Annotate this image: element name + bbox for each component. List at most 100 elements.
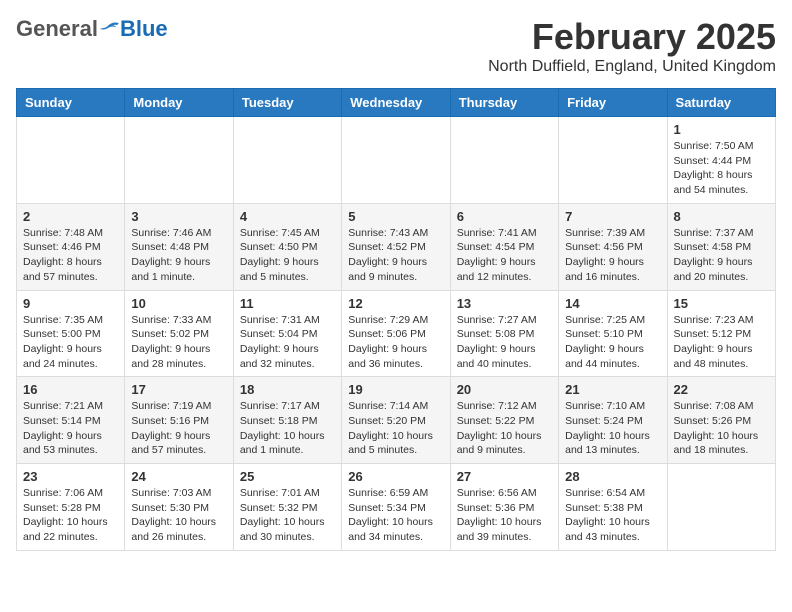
day-info: Sunrise: 7:39 AM Sunset: 4:56 PM Dayligh…: [565, 226, 660, 285]
day-number: 27: [457, 469, 552, 484]
table-cell: 7 Sunrise: 7:39 AM Sunset: 4:56 PM Daylig…: [559, 203, 667, 290]
day-number: 4: [240, 209, 335, 224]
day-number: 7: [565, 209, 660, 224]
calendar-week-4: 16 Sunrise: 7:21 AM Sunset: 5:14 PM Dayli…: [17, 377, 776, 464]
day-number: 17: [131, 382, 226, 397]
logo-bird-icon: [100, 20, 120, 38]
day-number: 8: [674, 209, 769, 224]
table-cell: [125, 117, 233, 204]
day-number: 1: [674, 122, 769, 137]
header-friday: Friday: [559, 89, 667, 117]
table-cell: 16 Sunrise: 7:21 AM Sunset: 5:14 PM Dayli…: [17, 377, 125, 464]
table-cell: 12 Sunrise: 7:29 AM Sunset: 5:06 PM Dayli…: [342, 290, 450, 377]
table-cell: 26 Sunrise: 6:59 AM Sunset: 5:34 PM Dayli…: [342, 464, 450, 551]
day-number: 13: [457, 296, 552, 311]
table-cell: 9 Sunrise: 7:35 AM Sunset: 5:00 PM Daylig…: [17, 290, 125, 377]
day-number: 21: [565, 382, 660, 397]
calendar-week-3: 9 Sunrise: 7:35 AM Sunset: 5:00 PM Daylig…: [17, 290, 776, 377]
header-sunday: Sunday: [17, 89, 125, 117]
table-cell: 17 Sunrise: 7:19 AM Sunset: 5:16 PM Dayli…: [125, 377, 233, 464]
day-info: Sunrise: 7:14 AM Sunset: 5:20 PM Dayligh…: [348, 399, 443, 458]
day-info: Sunrise: 7:46 AM Sunset: 4:48 PM Dayligh…: [131, 226, 226, 285]
table-cell: 23Sunrise: 7:06 AM Sunset: 5:28 PM Dayli…: [17, 464, 125, 551]
table-cell: 27 Sunrise: 6:56 AM Sunset: 5:36 PM Dayli…: [450, 464, 558, 551]
table-cell: 19 Sunrise: 7:14 AM Sunset: 5:20 PM Dayli…: [342, 377, 450, 464]
page-header: General Blue February 2025 North Duffiel…: [16, 16, 776, 76]
table-cell: [559, 117, 667, 204]
table-cell: 2 Sunrise: 7:48 AM Sunset: 4:46 PM Daylig…: [17, 203, 125, 290]
day-info: Sunrise: 6:56 AM Sunset: 5:36 PM Dayligh…: [457, 486, 552, 545]
day-info: Sunrise: 7:50 AM Sunset: 4:44 PM Dayligh…: [674, 139, 769, 198]
table-cell: 15 Sunrise: 7:23 AM Sunset: 5:12 PM Dayli…: [667, 290, 775, 377]
day-info: Sunrise: 6:59 AM Sunset: 5:34 PM Dayligh…: [348, 486, 443, 545]
day-info: Sunrise: 7:33 AM Sunset: 5:02 PM Dayligh…: [131, 313, 226, 372]
day-info: Sunrise: 7:29 AM Sunset: 5:06 PM Dayligh…: [348, 313, 443, 372]
day-number: 9: [23, 296, 118, 311]
logo: General Blue: [16, 16, 168, 42]
table-cell: 25 Sunrise: 7:01 AM Sunset: 5:32 PM Dayli…: [233, 464, 341, 551]
day-info: Sunrise: 7:17 AM Sunset: 5:18 PM Dayligh…: [240, 399, 335, 458]
table-cell: [450, 117, 558, 204]
table-cell: 3Sunrise: 7:46 AM Sunset: 4:48 PM Daylig…: [125, 203, 233, 290]
day-number: 2: [23, 209, 118, 224]
table-cell: [233, 117, 341, 204]
location-title: North Duffield, England, United Kingdom: [488, 58, 776, 76]
day-info: Sunrise: 7:10 AM Sunset: 5:24 PM Dayligh…: [565, 399, 660, 458]
day-info: Sunrise: 7:35 AM Sunset: 5:00 PM Dayligh…: [23, 313, 118, 372]
calendar-week-1: 1 Sunrise: 7:50 AM Sunset: 4:44 PM Daylig…: [17, 117, 776, 204]
day-number: 16: [23, 382, 118, 397]
day-number: 6: [457, 209, 552, 224]
day-info: Sunrise: 7:27 AM Sunset: 5:08 PM Dayligh…: [457, 313, 552, 372]
header-monday: Monday: [125, 89, 233, 117]
table-cell: 21 Sunrise: 7:10 AM Sunset: 5:24 PM Dayli…: [559, 377, 667, 464]
day-number: 12: [348, 296, 443, 311]
day-number: 19: [348, 382, 443, 397]
day-info: Sunrise: 7:23 AM Sunset: 5:12 PM Dayligh…: [674, 313, 769, 372]
day-number: 11: [240, 296, 335, 311]
day-number: 15: [674, 296, 769, 311]
day-number: 26: [348, 469, 443, 484]
day-number: 25: [240, 469, 335, 484]
title-section: February 2025 North Duffield, England, U…: [488, 16, 776, 76]
day-info: Sunrise: 7:25 AM Sunset: 5:10 PM Dayligh…: [565, 313, 660, 372]
day-info: Sunrise: 7:01 AM Sunset: 5:32 PM Dayligh…: [240, 486, 335, 545]
logo-blue-text: Blue: [120, 16, 168, 42]
day-info: Sunrise: 7:12 AM Sunset: 5:22 PM Dayligh…: [457, 399, 552, 458]
calendar-week-5: 23Sunrise: 7:06 AM Sunset: 5:28 PM Dayli…: [17, 464, 776, 551]
header-wednesday: Wednesday: [342, 89, 450, 117]
day-info: Sunrise: 7:48 AM Sunset: 4:46 PM Dayligh…: [23, 226, 118, 285]
day-info: Sunrise: 7:43 AM Sunset: 4:52 PM Dayligh…: [348, 226, 443, 285]
table-cell: 5Sunrise: 7:43 AM Sunset: 4:52 PM Daylig…: [342, 203, 450, 290]
table-cell: 4Sunrise: 7:45 AM Sunset: 4:50 PM Daylig…: [233, 203, 341, 290]
header-thursday: Thursday: [450, 89, 558, 117]
day-info: Sunrise: 6:54 AM Sunset: 5:38 PM Dayligh…: [565, 486, 660, 545]
day-info: Sunrise: 7:41 AM Sunset: 4:54 PM Dayligh…: [457, 226, 552, 285]
table-cell: [17, 117, 125, 204]
day-info: Sunrise: 7:19 AM Sunset: 5:16 PM Dayligh…: [131, 399, 226, 458]
table-cell: 28Sunrise: 6:54 AM Sunset: 5:38 PM Dayli…: [559, 464, 667, 551]
table-cell: 13 Sunrise: 7:27 AM Sunset: 5:08 PM Dayli…: [450, 290, 558, 377]
day-number: 14: [565, 296, 660, 311]
header-tuesday: Tuesday: [233, 89, 341, 117]
table-cell: 20 Sunrise: 7:12 AM Sunset: 5:22 PM Dayli…: [450, 377, 558, 464]
table-cell: 22 Sunrise: 7:08 AM Sunset: 5:26 PM Dayli…: [667, 377, 775, 464]
day-number: 18: [240, 382, 335, 397]
day-info: Sunrise: 7:21 AM Sunset: 5:14 PM Dayligh…: [23, 399, 118, 458]
day-info: Sunrise: 7:31 AM Sunset: 5:04 PM Dayligh…: [240, 313, 335, 372]
calendar-table: Sunday Monday Tuesday Wednesday Thursday…: [16, 88, 776, 551]
table-cell: 6 Sunrise: 7:41 AM Sunset: 4:54 PM Daylig…: [450, 203, 558, 290]
logo-general-text: General: [16, 16, 98, 42]
table-cell: [342, 117, 450, 204]
table-cell: 18 Sunrise: 7:17 AM Sunset: 5:18 PM Dayli…: [233, 377, 341, 464]
table-cell: 14 Sunrise: 7:25 AM Sunset: 5:10 PM Dayli…: [559, 290, 667, 377]
table-cell: 11 Sunrise: 7:31 AM Sunset: 5:04 PM Dayli…: [233, 290, 341, 377]
table-cell: [667, 464, 775, 551]
calendar-week-2: 2 Sunrise: 7:48 AM Sunset: 4:46 PM Daylig…: [17, 203, 776, 290]
table-cell: 8Sunrise: 7:37 AM Sunset: 4:58 PM Daylig…: [667, 203, 775, 290]
calendar-header-row: Sunday Monday Tuesday Wednesday Thursday…: [17, 89, 776, 117]
day-number: 20: [457, 382, 552, 397]
day-info: Sunrise: 7:08 AM Sunset: 5:26 PM Dayligh…: [674, 399, 769, 458]
day-number: 22: [674, 382, 769, 397]
day-number: 24: [131, 469, 226, 484]
day-number: 10: [131, 296, 226, 311]
